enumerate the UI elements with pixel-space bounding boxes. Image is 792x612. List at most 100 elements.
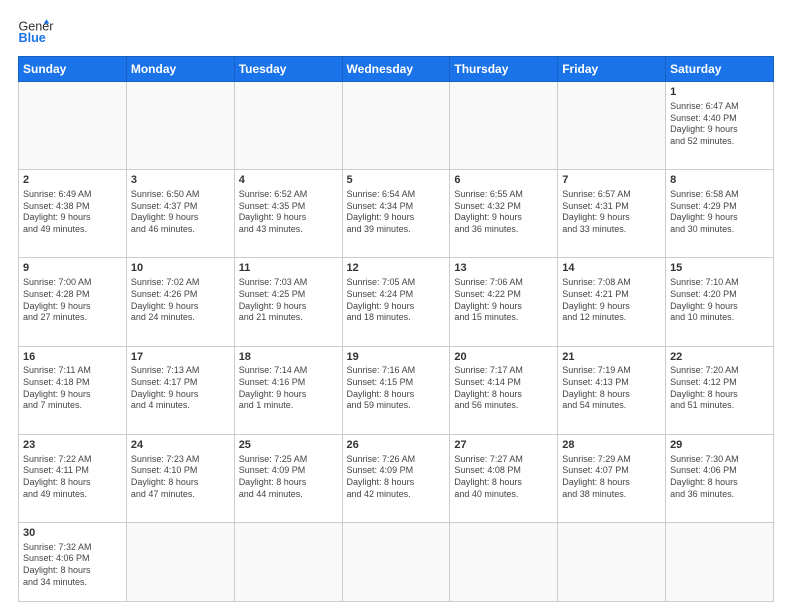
day-info: Sunrise: 6:49 AM Sunset: 4:38 PM Dayligh… [23, 189, 122, 236]
day-info: Sunrise: 7:16 AM Sunset: 4:15 PM Dayligh… [347, 365, 446, 412]
calendar-cell: 1Sunrise: 6:47 AM Sunset: 4:40 PM Daylig… [666, 82, 774, 170]
calendar-cell: 22Sunrise: 7:20 AM Sunset: 4:12 PM Dayli… [666, 346, 774, 434]
calendar-week-row: 16Sunrise: 7:11 AM Sunset: 4:18 PM Dayli… [19, 346, 774, 434]
day-info: Sunrise: 7:05 AM Sunset: 4:24 PM Dayligh… [347, 277, 446, 324]
day-info: Sunrise: 6:58 AM Sunset: 4:29 PM Dayligh… [670, 189, 769, 236]
calendar-cell: 16Sunrise: 7:11 AM Sunset: 4:18 PM Dayli… [19, 346, 127, 434]
day-info: Sunrise: 7:03 AM Sunset: 4:25 PM Dayligh… [239, 277, 338, 324]
calendar-cell: 4Sunrise: 6:52 AM Sunset: 4:35 PM Daylig… [234, 170, 342, 258]
day-number: 4 [239, 173, 338, 188]
day-info: Sunrise: 7:27 AM Sunset: 4:08 PM Dayligh… [454, 454, 553, 501]
day-number: 30 [23, 526, 122, 541]
day-number: 21 [562, 350, 661, 365]
day-info: Sunrise: 6:55 AM Sunset: 4:32 PM Dayligh… [454, 189, 553, 236]
calendar-cell: 7Sunrise: 6:57 AM Sunset: 4:31 PM Daylig… [558, 170, 666, 258]
day-number: 17 [131, 350, 230, 365]
calendar-cell: 26Sunrise: 7:26 AM Sunset: 4:09 PM Dayli… [342, 434, 450, 522]
calendar-cell: 24Sunrise: 7:23 AM Sunset: 4:10 PM Dayli… [126, 434, 234, 522]
calendar-cell: 15Sunrise: 7:10 AM Sunset: 4:20 PM Dayli… [666, 258, 774, 346]
day-number: 23 [23, 438, 122, 453]
day-info: Sunrise: 6:50 AM Sunset: 4:37 PM Dayligh… [131, 189, 230, 236]
day-info: Sunrise: 7:30 AM Sunset: 4:06 PM Dayligh… [670, 454, 769, 501]
day-info: Sunrise: 6:54 AM Sunset: 4:34 PM Dayligh… [347, 189, 446, 236]
day-info: Sunrise: 7:14 AM Sunset: 4:16 PM Dayligh… [239, 365, 338, 412]
calendar-cell [342, 522, 450, 601]
calendar-week-row: 30Sunrise: 7:32 AM Sunset: 4:06 PM Dayli… [19, 522, 774, 601]
day-number: 12 [347, 261, 446, 276]
day-number: 2 [23, 173, 122, 188]
calendar-cell: 10Sunrise: 7:02 AM Sunset: 4:26 PM Dayli… [126, 258, 234, 346]
calendar-cell: 14Sunrise: 7:08 AM Sunset: 4:21 PM Dayli… [558, 258, 666, 346]
day-info: Sunrise: 7:11 AM Sunset: 4:18 PM Dayligh… [23, 365, 122, 412]
weekday-header-row: SundayMondayTuesdayWednesdayThursdayFrid… [19, 57, 774, 82]
day-number: 9 [23, 261, 122, 276]
day-number: 28 [562, 438, 661, 453]
day-info: Sunrise: 7:23 AM Sunset: 4:10 PM Dayligh… [131, 454, 230, 501]
calendar-cell: 29Sunrise: 7:30 AM Sunset: 4:06 PM Dayli… [666, 434, 774, 522]
day-info: Sunrise: 7:25 AM Sunset: 4:09 PM Dayligh… [239, 454, 338, 501]
calendar-cell: 12Sunrise: 7:05 AM Sunset: 4:24 PM Dayli… [342, 258, 450, 346]
calendar-cell [19, 82, 127, 170]
calendar-week-row: 2Sunrise: 6:49 AM Sunset: 4:38 PM Daylig… [19, 170, 774, 258]
calendar-week-row: 23Sunrise: 7:22 AM Sunset: 4:11 PM Dayli… [19, 434, 774, 522]
calendar-cell: 5Sunrise: 6:54 AM Sunset: 4:34 PM Daylig… [342, 170, 450, 258]
calendar-cell [234, 522, 342, 601]
calendar-cell: 19Sunrise: 7:16 AM Sunset: 4:15 PM Dayli… [342, 346, 450, 434]
svg-text:Blue: Blue [19, 31, 46, 45]
day-number: 26 [347, 438, 446, 453]
calendar-cell: 25Sunrise: 7:25 AM Sunset: 4:09 PM Dayli… [234, 434, 342, 522]
day-number: 10 [131, 261, 230, 276]
day-number: 18 [239, 350, 338, 365]
calendar-cell: 27Sunrise: 7:27 AM Sunset: 4:08 PM Dayli… [450, 434, 558, 522]
day-info: Sunrise: 7:10 AM Sunset: 4:20 PM Dayligh… [670, 277, 769, 324]
day-info: Sunrise: 6:52 AM Sunset: 4:35 PM Dayligh… [239, 189, 338, 236]
calendar-cell: 8Sunrise: 6:58 AM Sunset: 4:29 PM Daylig… [666, 170, 774, 258]
calendar-cell [666, 522, 774, 601]
calendar-week-row: 1Sunrise: 6:47 AM Sunset: 4:40 PM Daylig… [19, 82, 774, 170]
day-number: 20 [454, 350, 553, 365]
weekday-header-saturday: Saturday [666, 57, 774, 82]
day-info: Sunrise: 7:19 AM Sunset: 4:13 PM Dayligh… [562, 365, 661, 412]
day-info: Sunrise: 7:02 AM Sunset: 4:26 PM Dayligh… [131, 277, 230, 324]
day-info: Sunrise: 6:47 AM Sunset: 4:40 PM Dayligh… [670, 101, 769, 148]
day-info: Sunrise: 7:13 AM Sunset: 4:17 PM Dayligh… [131, 365, 230, 412]
calendar-cell [558, 82, 666, 170]
day-number: 8 [670, 173, 769, 188]
calendar-cell [450, 82, 558, 170]
calendar-cell [234, 82, 342, 170]
calendar-cell: 17Sunrise: 7:13 AM Sunset: 4:17 PM Dayli… [126, 346, 234, 434]
header: General Blue [18, 18, 774, 46]
calendar-cell: 18Sunrise: 7:14 AM Sunset: 4:16 PM Dayli… [234, 346, 342, 434]
calendar-cell: 6Sunrise: 6:55 AM Sunset: 4:32 PM Daylig… [450, 170, 558, 258]
calendar-cell: 28Sunrise: 7:29 AM Sunset: 4:07 PM Dayli… [558, 434, 666, 522]
day-number: 13 [454, 261, 553, 276]
day-info: Sunrise: 7:29 AM Sunset: 4:07 PM Dayligh… [562, 454, 661, 501]
day-number: 25 [239, 438, 338, 453]
calendar-cell [558, 522, 666, 601]
calendar-cell: 23Sunrise: 7:22 AM Sunset: 4:11 PM Dayli… [19, 434, 127, 522]
generalblue-icon: General Blue [18, 18, 54, 46]
day-number: 27 [454, 438, 553, 453]
day-info: Sunrise: 7:32 AM Sunset: 4:06 PM Dayligh… [23, 542, 122, 589]
weekday-header-wednesday: Wednesday [342, 57, 450, 82]
calendar-cell [126, 522, 234, 601]
weekday-header-friday: Friday [558, 57, 666, 82]
calendar-table: SundayMondayTuesdayWednesdayThursdayFrid… [18, 56, 774, 602]
calendar-cell [450, 522, 558, 601]
day-info: Sunrise: 7:00 AM Sunset: 4:28 PM Dayligh… [23, 277, 122, 324]
page: General Blue SundayMondayTuesdayWednesda… [0, 0, 792, 612]
calendar-cell: 21Sunrise: 7:19 AM Sunset: 4:13 PM Dayli… [558, 346, 666, 434]
day-number: 16 [23, 350, 122, 365]
calendar-week-row: 9Sunrise: 7:00 AM Sunset: 4:28 PM Daylig… [19, 258, 774, 346]
day-number: 15 [670, 261, 769, 276]
calendar-cell: 9Sunrise: 7:00 AM Sunset: 4:28 PM Daylig… [19, 258, 127, 346]
day-info: Sunrise: 7:26 AM Sunset: 4:09 PM Dayligh… [347, 454, 446, 501]
calendar-cell: 30Sunrise: 7:32 AM Sunset: 4:06 PM Dayli… [19, 522, 127, 601]
day-info: Sunrise: 7:06 AM Sunset: 4:22 PM Dayligh… [454, 277, 553, 324]
calendar-cell [126, 82, 234, 170]
day-number: 22 [670, 350, 769, 365]
day-number: 1 [670, 85, 769, 100]
day-info: Sunrise: 7:20 AM Sunset: 4:12 PM Dayligh… [670, 365, 769, 412]
calendar-cell: 11Sunrise: 7:03 AM Sunset: 4:25 PM Dayli… [234, 258, 342, 346]
day-number: 11 [239, 261, 338, 276]
